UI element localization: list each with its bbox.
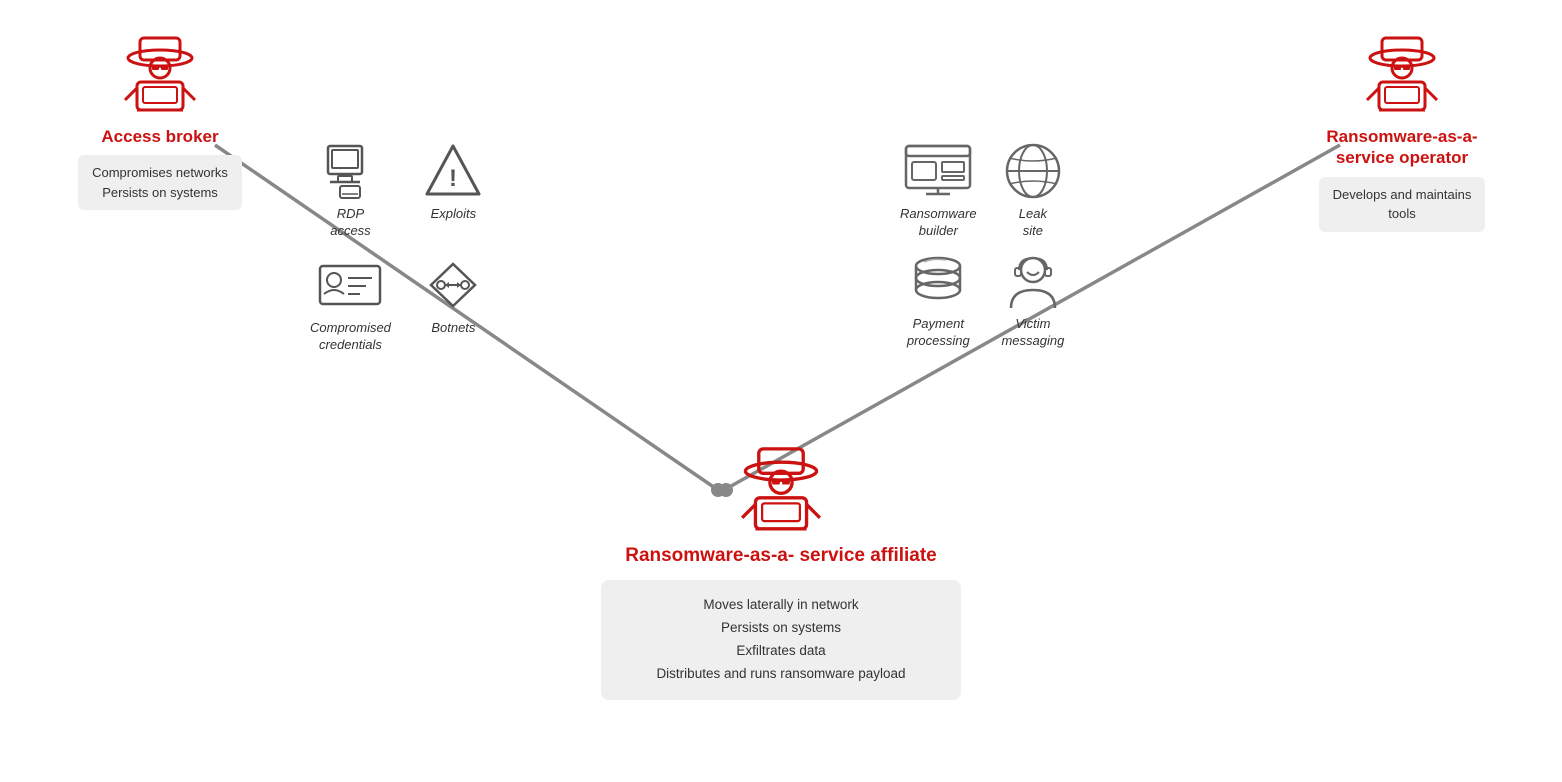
svg-text:!: ! (449, 165, 457, 192)
rdp-label: RDPaccess (330, 206, 370, 240)
access-broker: Access broker Compromises networks Persi… (60, 30, 260, 210)
tool-messaging: Victimmessaging (995, 250, 1072, 350)
credentials-icon (316, 256, 384, 314)
exploits-label: Exploits (431, 206, 477, 223)
raas-affiliate: Ransomware-as-a- service affiliate Moves… (601, 440, 961, 700)
botnets-icon (419, 256, 487, 314)
tool-payment: Paymentprocessing (900, 250, 977, 350)
tool-botnets: Botnets (413, 254, 494, 354)
credentials-label: Compromisedcredentials (310, 320, 391, 354)
payment-icon (902, 250, 974, 312)
tool-credentials: Compromisedcredentials (310, 254, 391, 354)
rdp-icon (320, 142, 380, 200)
tool-ransomware: Ransomwarebuilder (900, 140, 977, 240)
messaging-label: Victimmessaging (1001, 316, 1064, 350)
leak-site-icon (997, 140, 1069, 202)
raas-operator-label: Ransomware-as-a- service operator (1297, 126, 1507, 169)
tool-leak-site: Leaksite (995, 140, 1072, 240)
payment-label: Paymentprocessing (907, 316, 970, 350)
operator-tools-group: Ransomwarebuilder Leaksite (900, 140, 1071, 350)
leak-site-label: Leaksite (1019, 206, 1047, 240)
exploits-icon: ! (423, 142, 483, 200)
ransomware-icon (902, 140, 974, 202)
access-broker-desc: Compromises networks Persists on systems (78, 155, 242, 210)
raas-affiliate-desc: Moves laterally in network Persists on s… (601, 580, 961, 700)
raas-affiliate-label: Ransomware-as-a- service affiliate (625, 544, 937, 568)
messaging-icon (997, 250, 1069, 312)
ransomware-label: Ransomwarebuilder (900, 206, 977, 240)
access-broker-icon (115, 30, 205, 120)
raas-operator-desc: Develops and maintains tools (1319, 177, 1486, 232)
raas-operator: Ransomware-as-a- service operator Develo… (1297, 30, 1507, 232)
diagram: Access broker Compromises networks Persi… (0, 0, 1562, 782)
raas-operator-icon (1357, 30, 1447, 120)
access-tools-group: RDPaccess ! Exploits (310, 140, 494, 354)
tool-exploits: ! Exploits (413, 140, 494, 240)
botnets-label: Botnets (431, 320, 475, 337)
tool-rdp: RDPaccess (310, 140, 391, 240)
access-broker-label: Access broker (101, 126, 218, 147)
raas-affiliate-icon (731, 440, 831, 540)
